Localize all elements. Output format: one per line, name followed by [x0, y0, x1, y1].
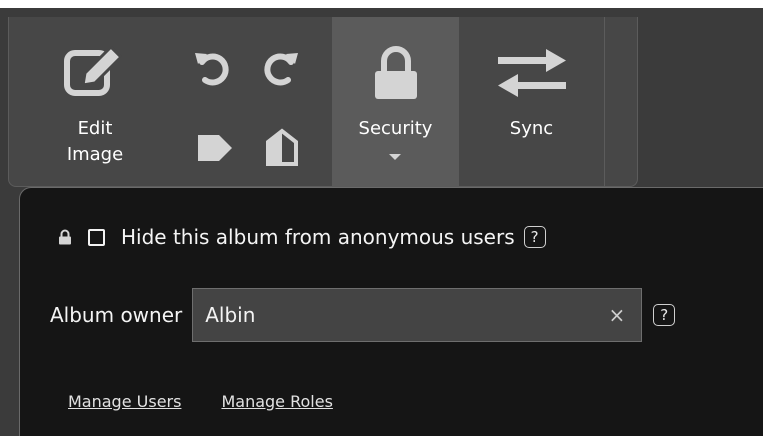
hide-album-label[interactable]: Hide this album from anonymous users: [121, 225, 515, 249]
image-toolbar: Edit Image Security Sync: [8, 17, 638, 187]
edit-image-icon: [64, 44, 124, 96]
album-owner-field: ×: [192, 288, 643, 342]
tag-icon[interactable]: [195, 131, 235, 165]
manage-users-link[interactable]: Manage Users: [68, 392, 181, 411]
small-lock-icon: [59, 229, 71, 245]
rotate-left-icon[interactable]: [192, 49, 234, 87]
edit-label-line1: Edit: [77, 118, 113, 139]
screenshot-stage: Edit Image Security Sync Hide this album…: [0, 0, 763, 436]
hide-album-help-icon[interactable]: ?: [523, 226, 546, 248]
clear-icon[interactable]: ×: [608, 303, 625, 327]
album-owner-row: Album owner × ?: [50, 288, 676, 342]
hide-album-row: Hide this album from anonymous users ?: [58, 221, 546, 253]
edit-image-button[interactable]: Edit Image: [9, 17, 181, 187]
security-button[interactable]: Security: [332, 17, 459, 187]
album-owner-help-icon[interactable]: ?: [653, 304, 676, 326]
manage-roles-link[interactable]: Manage Roles: [221, 392, 332, 411]
sync-button[interactable]: Sync: [459, 17, 605, 187]
contrast-icon[interactable]: [264, 128, 300, 166]
lock-icon: [375, 46, 417, 99]
rotate-right-icon[interactable]: [259, 49, 301, 87]
security-panel: Hide this album from anonymous users ? A…: [19, 187, 763, 436]
hide-album-checkbox[interactable]: [88, 228, 105, 246]
security-label: Security: [358, 118, 433, 139]
management-links: Manage Users Manage Roles: [68, 389, 373, 413]
sync-arrows-icon: [498, 49, 566, 97]
sync-label: Sync: [509, 118, 554, 139]
album-owner-input[interactable]: [193, 289, 642, 341]
caret-down-icon: [389, 154, 401, 160]
album-owner-label: Album owner: [50, 303, 183, 327]
edit-label-line2: Image: [66, 144, 124, 165]
